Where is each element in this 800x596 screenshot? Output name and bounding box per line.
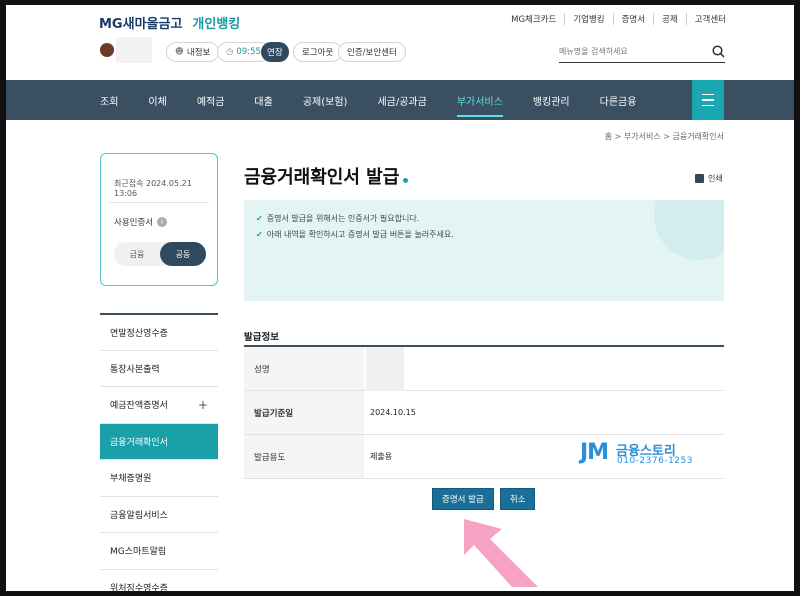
notice-text: 아래 내역을 확인하시고 증명서 발급 버튼을 눌러주세요. xyxy=(266,230,454,239)
login-info-card: 최근접속 2024.05.21 13:06 사용인증서 i 금융 공동 xyxy=(100,153,218,286)
page-title: 금융거래확인서 발급 xyxy=(244,163,409,189)
recent-login: 최근접속 2024.05.21 13:06 xyxy=(114,179,192,198)
side-item-notification-service[interactable]: 금융알림서비스 xyxy=(100,495,218,533)
main-nav: 조회 이체 예적금 대출 공제(보험) 세금/공과금 부가서비스 뱅킹관리 다른… xyxy=(6,80,794,120)
print-label: 인쇄 xyxy=(708,174,723,183)
cert-type-financial[interactable]: 금융 xyxy=(114,242,160,266)
nav-item-inquiry[interactable]: 조회 xyxy=(100,80,118,120)
side-item-debt-certificate[interactable]: 부채증명원 xyxy=(100,459,218,496)
pointer-arrow-icon xyxy=(464,519,538,587)
help-icon[interactable]: i xyxy=(157,217,168,227)
my-info-label: 내정보 xyxy=(186,48,211,58)
breadcrumb: 홈 > 부가서비스 > 금융거래확인서 xyxy=(604,132,724,141)
side-item-balance-certificate[interactable]: 예금잔액증명서 + xyxy=(100,386,218,423)
side-item-label: 부채증명원 xyxy=(110,474,152,485)
side-item-withholding-receipt[interactable]: 위처징수영수증 xyxy=(100,568,218,591)
side-item-label: 통장사본출력 xyxy=(110,364,160,375)
side-item-label: 예금잔액증명서 xyxy=(110,401,168,412)
side-menu: 연말정산영수증 통장사본출력 예금잔액증명서 + 금융거래확인서 부채증명원 금융… xyxy=(100,313,218,591)
cancel-button[interactable]: 취소 xyxy=(499,488,536,510)
table-row: 성명 xyxy=(244,346,724,391)
notice-decoration xyxy=(654,200,724,260)
nav-item-other-finance[interactable]: 다른금융 xyxy=(600,80,637,120)
clock-icon: ◷ xyxy=(226,47,234,57)
side-item-mg-smart-alert[interactable]: MG스마트알림 xyxy=(100,532,218,569)
expand-icon[interactable]: + xyxy=(198,398,208,412)
nav-item-deposits[interactable]: 예적금 xyxy=(197,80,225,120)
util-link-check-card[interactable]: MG체크카드 xyxy=(503,13,566,25)
util-link-business-banking[interactable]: 기업뱅킹 xyxy=(565,13,614,25)
logo[interactable]: MG새마을금고 개인뱅킹 xyxy=(99,13,240,32)
row-label-base-date: 발급기준일 xyxy=(244,391,364,434)
user-icon: ☻ xyxy=(175,47,184,57)
user-name-redacted xyxy=(116,37,152,63)
title-dot xyxy=(403,177,409,183)
cert-type-joint[interactable]: 공동 xyxy=(160,242,206,266)
search-input[interactable] xyxy=(559,47,699,56)
card-divider xyxy=(109,202,209,203)
issue-certificate-button[interactable]: 증명서 발급 xyxy=(432,488,494,510)
nav-item-loans[interactable]: 대출 xyxy=(254,80,272,120)
watermark-tel: 010-2376-1253 xyxy=(617,456,693,466)
side-item-transaction-confirmation[interactable]: 금융거래확인서 xyxy=(100,422,218,459)
action-buttons: 증명서 발급 취소 xyxy=(432,488,536,510)
row-value-name xyxy=(364,346,724,391)
cert-label: 사용인증서 xyxy=(114,218,154,228)
session-timer-value: 09:55 xyxy=(236,47,261,57)
name-redacted xyxy=(366,346,404,391)
nav-item-insurance[interactable]: 공제(보험) xyxy=(303,80,348,120)
nav-item-extra-services[interactable]: 부가서비스 xyxy=(456,80,503,120)
side-item-passbook-copy[interactable]: 통장사본출력 xyxy=(100,349,218,387)
side-item-label: 금융거래확인서 xyxy=(110,437,168,448)
logout-button[interactable]: 로그아웃 xyxy=(293,42,343,62)
nav-item-banking-management[interactable]: 뱅킹관리 xyxy=(533,80,570,120)
util-link-certificates[interactable]: 증명서 xyxy=(614,13,655,25)
watermark-jm: JM xyxy=(580,440,609,465)
row-value-base-date: 2024.10.15 xyxy=(370,408,416,417)
search-icon[interactable] xyxy=(712,45,725,58)
side-item-label: 위처징수영수증 xyxy=(110,583,168,591)
utility-links: MG체크카드 기업뱅킹 증명서 공제 고객센터 xyxy=(503,13,734,25)
nav-item-taxes[interactable]: 세금/공과금 xyxy=(377,80,426,120)
section-title: 발급정보 xyxy=(244,332,279,343)
check-icon: ✔ xyxy=(256,230,263,239)
logo-mg: MG새마을금고 xyxy=(99,17,183,32)
side-item-label: MG스마트알림 xyxy=(110,547,167,558)
side-item-label: 금융알림서비스 xyxy=(110,510,168,521)
extend-session-button[interactable]: 연장 xyxy=(261,42,289,62)
watermark: JM 금융스토리 010-2376-1253 xyxy=(580,440,692,466)
cert-type-toggle: 금융 공동 xyxy=(114,242,206,266)
print-button[interactable]: 인쇄 xyxy=(695,173,723,184)
printer-icon xyxy=(695,174,704,183)
row-label-purpose: 발급용도 xyxy=(244,435,364,478)
page-title-text: 금융거래확인서 발급 xyxy=(244,167,400,188)
hamburger-menu-icon[interactable] xyxy=(692,80,724,120)
avatar xyxy=(100,43,114,57)
table-row: 발급기준일 2024.10.15 xyxy=(244,391,724,435)
notice-text: 증명서 발급을 위해서는 인증서가 필요합니다. xyxy=(266,214,420,223)
side-item-label: 연말정산영수증 xyxy=(110,328,168,339)
my-info-button[interactable]: ☻ 내정보 xyxy=(166,42,220,62)
notice-item: ✔ 증명서 발급을 위해서는 인증서가 필요합니다. xyxy=(256,213,454,224)
app-window: MG새마을금고 개인뱅킹 MG체크카드 기업뱅킹 증명서 공제 고객센터 ☻ 내정… xyxy=(6,5,794,591)
util-link-customer-center[interactable]: 고객센터 xyxy=(687,13,734,25)
search-box xyxy=(559,41,725,63)
logo-sub: 개인뱅킹 xyxy=(192,17,241,32)
notice-item: ✔ 아래 내역을 확인하시고 증명서 발급 버튼을 눌러주세요. xyxy=(256,229,454,240)
auth-security-center-button[interactable]: 인증/보안센터 xyxy=(338,42,406,62)
cert-label-row: 사용인증서 i xyxy=(114,216,168,228)
nav-item-transfer[interactable]: 이체 xyxy=(148,80,166,120)
notice-box: ✔ 증명서 발급을 위해서는 인증서가 필요합니다. ✔ 아래 내역을 확인하시고 … xyxy=(244,200,724,301)
side-item-year-end-receipt[interactable]: 연말정산영수증 xyxy=(100,313,218,350)
util-link-insurance[interactable]: 공제 xyxy=(654,13,687,25)
check-icon: ✔ xyxy=(256,214,263,223)
row-label-name: 성명 xyxy=(244,347,364,390)
